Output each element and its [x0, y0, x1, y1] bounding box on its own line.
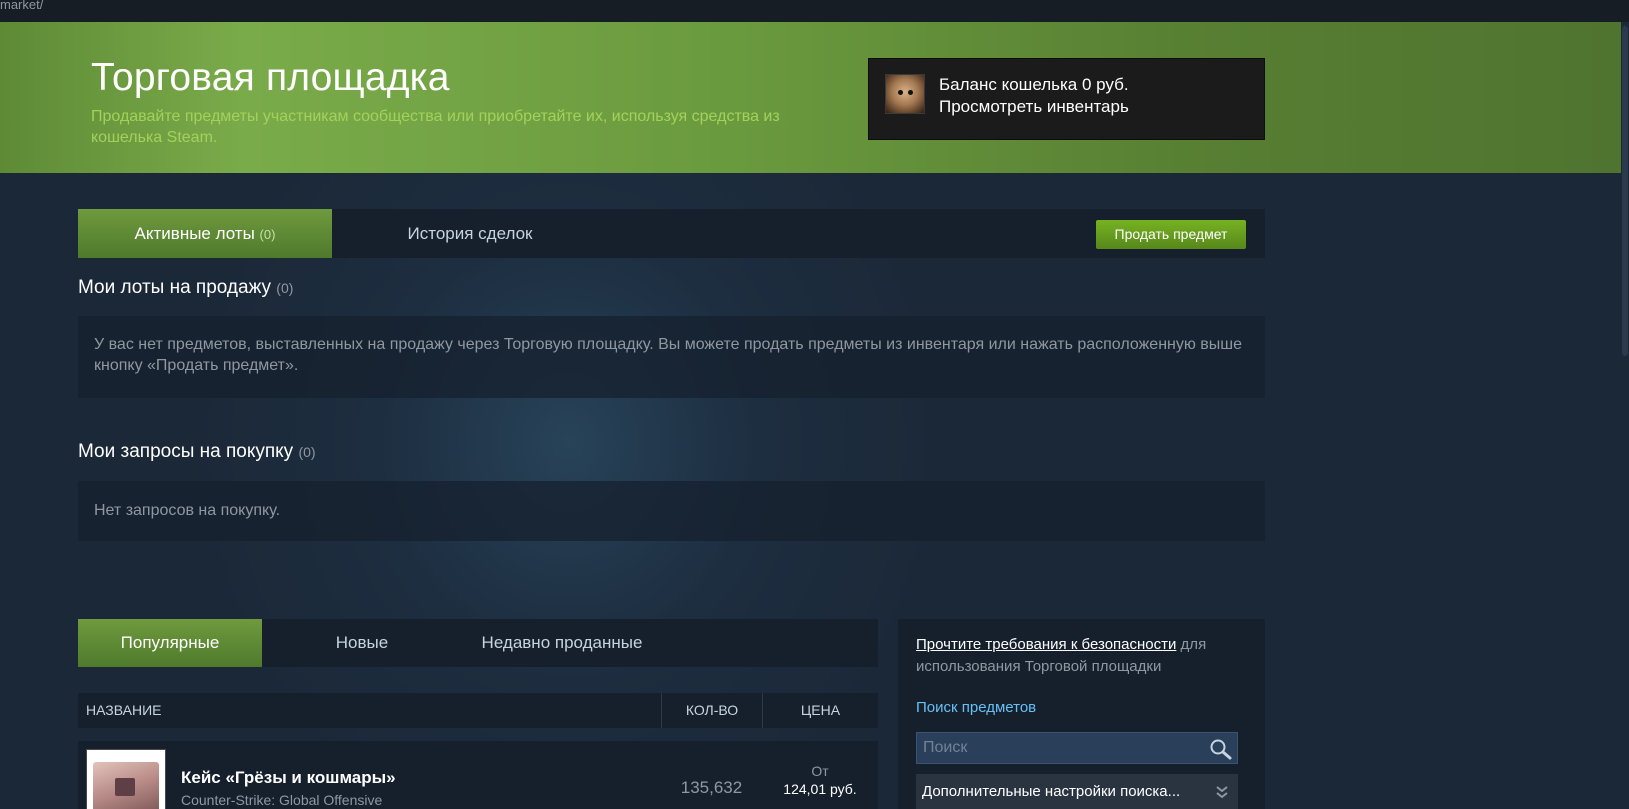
- search-input[interactable]: [917, 733, 1197, 763]
- advanced-search-label: Дополнительные настройки поиска...: [922, 783, 1181, 800]
- page-scrollbar[interactable]: [1621, 22, 1629, 809]
- tab-active-listings-label: Активные лоты: [134, 224, 255, 243]
- table-row[interactable]: Кейс «Грёзы и кошмары» Counter-Strike: G…: [78, 741, 878, 809]
- item-image: [86, 749, 166, 809]
- browse-tabs: Популярные Новые Недавно проданные: [78, 619, 878, 667]
- search-box: [916, 732, 1238, 764]
- tab-new[interactable]: Новые: [262, 619, 462, 667]
- tab-active-listings-count: (0): [259, 227, 276, 242]
- search-items-heading[interactable]: Поиск предметов: [916, 699, 1036, 716]
- listings-table-header: НАЗВАНИЕ КОЛ-ВО ЦЕНА: [78, 693, 878, 728]
- double-chevron-down-icon: [1216, 786, 1228, 799]
- my-orders-count: (0): [298, 444, 316, 460]
- sell-item-button[interactable]: Продать предмет: [1096, 220, 1246, 249]
- column-name[interactable]: НАЗВАНИЕ: [86, 693, 161, 728]
- my-listings-count: (0): [276, 280, 294, 296]
- page-subtitle: Продавайте предметы участникам сообществ…: [91, 108, 780, 146]
- my-orders-title: Мои запросы на покупку: [78, 441, 294, 462]
- my-orders-panel: Нет запросов на покупку.: [78, 481, 1265, 541]
- url-text: market/: [0, 0, 44, 12]
- advanced-search-toggle[interactable]: Дополнительные настройки поиска...: [916, 774, 1238, 809]
- item-game: Counter-Strike: Global Offensive: [181, 792, 383, 808]
- item-qty: 135,632: [680, 778, 743, 797]
- wallet-box: Баланс кошелька 0 руб. Просмотреть инвен…: [868, 58, 1265, 140]
- market-header: Торговая площадка Продавайте предметы уч…: [0, 22, 1621, 173]
- avatar[interactable]: [885, 74, 925, 114]
- wallet-balance: Баланс кошелька 0 руб.: [939, 75, 1129, 94]
- item-price: 124,01 руб.: [783, 781, 857, 797]
- my-listings-title: Мои лоты на продажу: [78, 277, 272, 298]
- case-icon: [93, 762, 159, 809]
- page-title: Торговая площадка: [91, 56, 450, 99]
- column-price[interactable]: ЦЕНА: [762, 693, 878, 728]
- my-orders-heading: Мои запросы на покупку (0): [78, 441, 316, 463]
- column-qty[interactable]: КОЛ-ВО: [661, 693, 762, 728]
- search-icon[interactable]: [1209, 738, 1233, 760]
- tab-popular[interactable]: Популярные: [78, 619, 262, 667]
- my-listings-empty-text: У вас нет предметов, выставленных на про…: [94, 336, 1243, 374]
- my-listings-panel: У вас нет предметов, выставленных на про…: [78, 316, 1265, 398]
- my-orders-empty-text: Нет запросов на покупку.: [94, 502, 281, 519]
- my-market-tabs: Активные лоты (0) История сделок Продать…: [78, 209, 1265, 258]
- market-sidebar: Прочтите требования к безопасности для и…: [898, 619, 1265, 809]
- scrollbar-thumb[interactable]: [1622, 26, 1628, 356]
- tab-recently-sold[interactable]: Недавно проданные: [462, 619, 662, 667]
- item-price-from: От: [811, 763, 829, 779]
- item-name[interactable]: Кейс «Грёзы и кошмары»: [181, 768, 396, 788]
- view-inventory-link[interactable]: Просмотреть инвентарь: [939, 97, 1129, 117]
- address-bar[interactable]: market/: [0, 0, 1629, 22]
- tab-history[interactable]: История сделок: [332, 209, 608, 258]
- tab-active-listings[interactable]: Активные лоты (0): [78, 209, 332, 258]
- security-notice: Прочтите требования к безопасности для и…: [916, 634, 1251, 678]
- my-listings-heading: Мои лоты на продажу (0): [78, 277, 293, 299]
- security-link[interactable]: Прочтите требования к безопасности: [916, 636, 1176, 653]
